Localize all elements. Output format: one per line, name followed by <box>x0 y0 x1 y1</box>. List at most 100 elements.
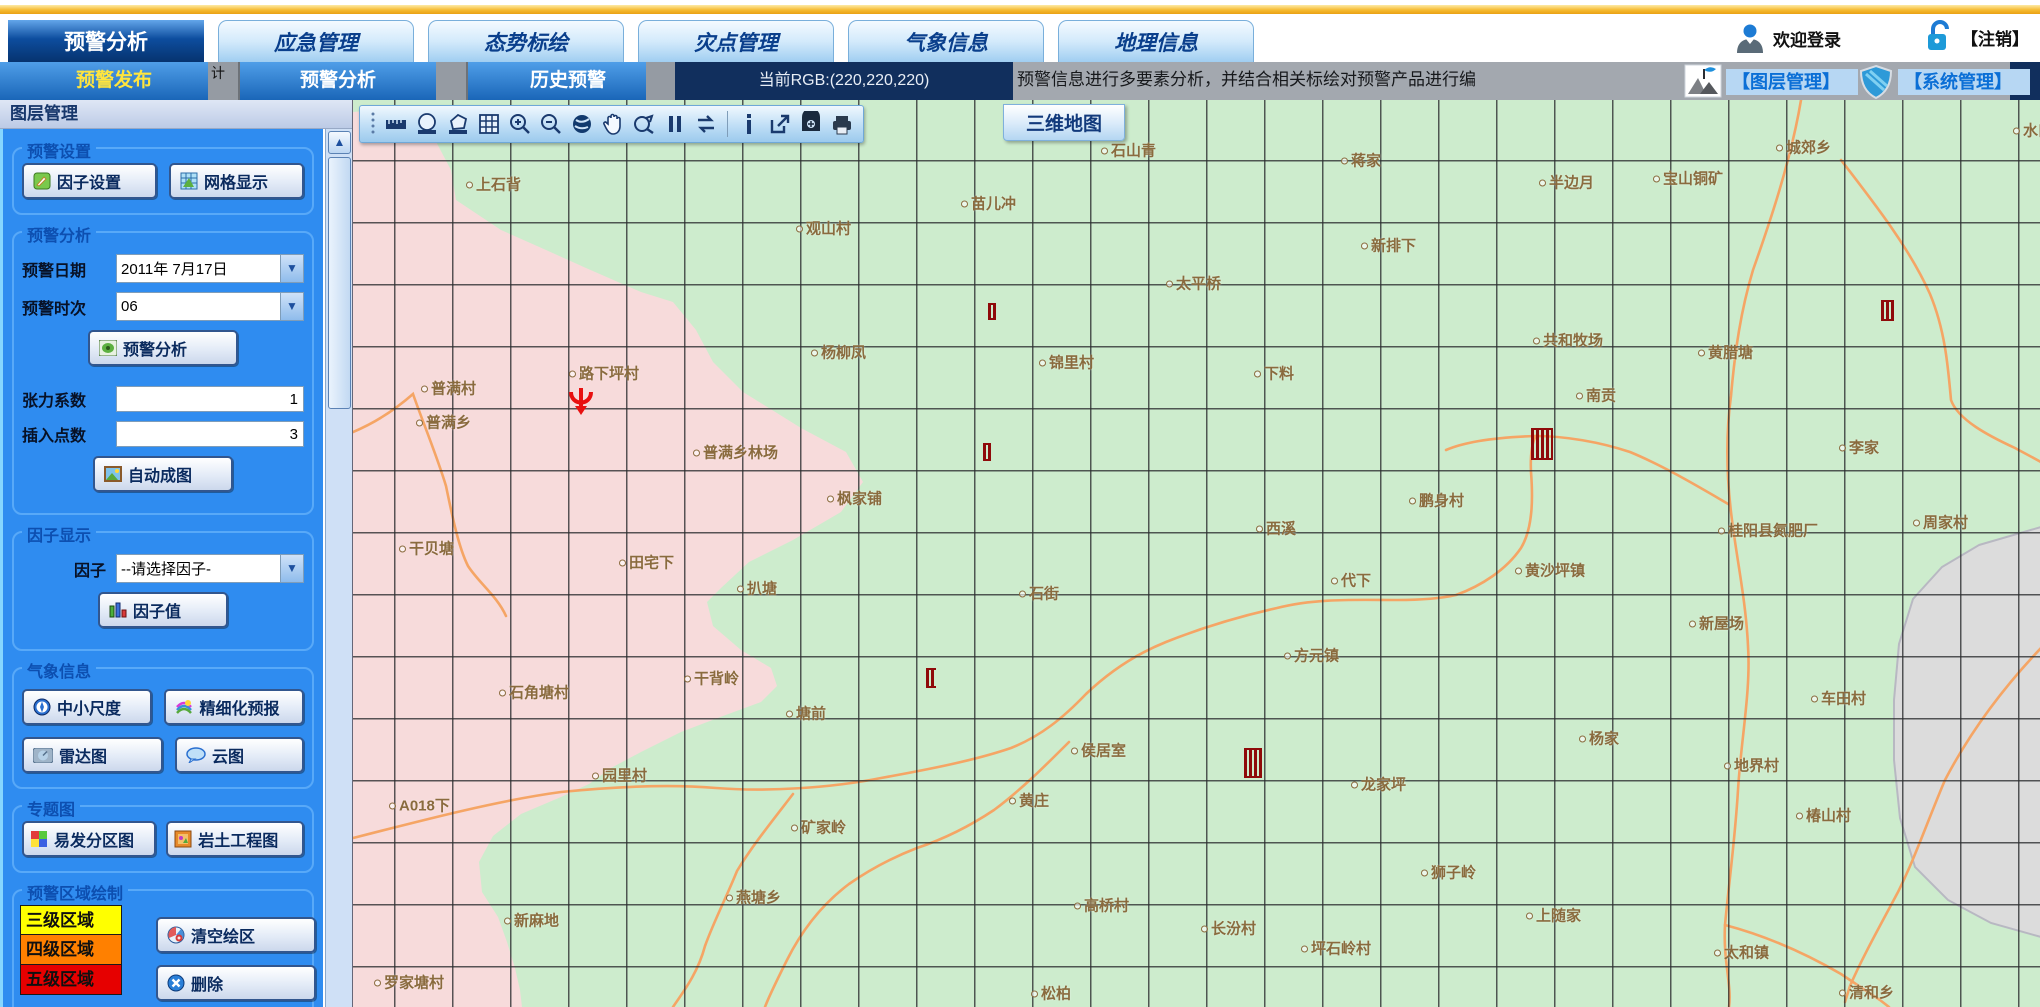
button-label: 因子设置 <box>57 169 121 193</box>
current-rgb-readout: 当前RGB:(220,220,220) <box>675 62 1013 100</box>
grip-icon[interactable] <box>369 111 377 137</box>
cloud-image-button[interactable]: 云图 <box>175 737 304 773</box>
map-place-label: 松柏 <box>1031 983 1071 1004</box>
map-place-label: 太平桥 <box>1166 273 1221 294</box>
map-place-label: 苗儿冲 <box>961 193 1016 214</box>
zoom-in-icon[interactable] <box>508 111 532 137</box>
zoom-out-icon[interactable] <box>539 111 563 137</box>
measure-area-icon[interactable] <box>446 111 470 137</box>
map-3d-button[interactable]: 三维地图 <box>1003 104 1125 141</box>
delete-button[interactable]: 删除 <box>156 965 316 1001</box>
map-place-label: 观山村 <box>796 218 851 239</box>
subtab-history-warning[interactable]: 历史预警 <box>478 62 658 100</box>
map-place-label: 共和牧场 <box>1533 330 1603 351</box>
measure-distance-icon[interactable] <box>384 111 408 137</box>
hazard-point-symbol <box>988 303 996 320</box>
chevron-down-icon[interactable]: ▼ <box>280 555 303 582</box>
map-place-label: 桂阳县氮肥厂 <box>1718 520 1818 541</box>
logout-button[interactable]: 【注销】 <box>1925 20 2029 54</box>
map-place-label: 黄腊塘 <box>1698 342 1753 363</box>
warning-date-dropdown[interactable]: 2011年 7月17日 ▼ <box>116 254 304 283</box>
map-place-label: 城郊乡 <box>1776 137 1831 158</box>
level-4-region-swatch[interactable]: 四级区域 <box>20 935 122 965</box>
hazard-point-symbol <box>1531 428 1553 460</box>
factor-value-button[interactable]: 因子值 <box>98 592 228 628</box>
button-label: 因子值 <box>133 598 181 622</box>
pan-hand-icon[interactable] <box>601 111 625 137</box>
subtab-warning-analysis[interactable]: 预警分析 <box>248 62 428 100</box>
clipped-window-fragment: 计 <box>208 62 240 100</box>
refresh-swap-icon[interactable] <box>694 111 718 137</box>
export-icon[interactable] <box>768 111 792 137</box>
fine-forecast-icon <box>175 698 193 716</box>
hazard-point-symbol <box>926 668 936 688</box>
pause-icon[interactable] <box>663 111 687 137</box>
system-manager-shield-icon[interactable] <box>1858 64 1894 100</box>
map-canvas[interactable]: 上石背观山村苗儿冲石山青蒋家城郊乡水口半边月宝山铜矿新排下太平桥杨柳凤锦里村下料… <box>352 100 2040 1007</box>
main-tab-态势标绘[interactable]: 态势标绘 <box>428 20 624 62</box>
welcome-login[interactable]: 欢迎登录 <box>1735 22 1841 54</box>
button-label: 预警分析 <box>123 336 187 360</box>
chevron-down-icon[interactable]: ▼ <box>280 255 303 282</box>
map-labels-layer: 上石背观山村苗儿冲石山青蒋家城郊乡水口半边月宝山铜矿新排下太平桥杨柳凤锦里村下料… <box>353 100 2040 1007</box>
map-place-label: 宝山铜矿 <box>1653 168 1723 189</box>
insert-points-input[interactable] <box>116 421 304 447</box>
measure-circle-icon[interactable] <box>415 111 439 137</box>
sidebar-scrollbar[interactable]: ▲ <box>325 129 352 1007</box>
map-place-label: 罗家塘村 <box>374 972 444 993</box>
scrollbar-thumb[interactable] <box>328 157 351 409</box>
group-factor-display: 因子显示 因子 --请选择因子- ▼ 因子值 <box>12 531 314 651</box>
auto-plot-button[interactable]: 自动成图 <box>93 456 233 492</box>
map-place-label: 上随家 <box>1526 905 1581 926</box>
radar-image-button[interactable]: 雷达图 <box>22 737 163 773</box>
date-label: 预警日期 <box>22 257 116 281</box>
system-manager-button[interactable]: 【系统管理】 <box>1898 69 2030 95</box>
time-label: 预警时次 <box>22 295 116 319</box>
separator-block <box>646 62 677 100</box>
previous-extent-icon[interactable] <box>632 111 656 137</box>
main-tab-应急管理[interactable]: 应急管理 <box>218 20 414 62</box>
map-place-label: 新屋场 <box>1689 613 1744 634</box>
meso-scale-button[interactable]: 中小尺度 <box>22 689 152 725</box>
layer-manager-icon[interactable] <box>1684 64 1722 98</box>
map-place-label: 杨柳凤 <box>811 342 866 363</box>
fine-forecast-button[interactable]: 精细化预报 <box>164 689 304 725</box>
zoning-map-icon <box>30 830 48 848</box>
level-5-region-swatch[interactable]: 五级区域 <box>20 965 122 995</box>
clipped-char: 计 <box>211 63 225 83</box>
map-place-label: 高桥村 <box>1074 895 1129 916</box>
save-icon[interactable] <box>799 111 823 137</box>
warning-time-dropdown[interactable]: 06 ▼ <box>116 292 304 321</box>
print-icon[interactable] <box>830 111 854 137</box>
map-place-label: 狮子岭 <box>1421 862 1476 883</box>
main-tab-气象信息[interactable]: 气象信息 <box>848 20 1044 62</box>
map-place-label: 枫家铺 <box>827 488 882 509</box>
map-place-label: 清和乡 <box>1839 982 1894 1003</box>
level-3-region-swatch[interactable]: 三级区域 <box>20 905 122 935</box>
map-place-label: 车田村 <box>1811 688 1866 709</box>
layer-manager-button[interactable]: 【图层管理】 <box>1726 69 1858 95</box>
chevron-down-icon[interactable]: ▼ <box>280 293 303 320</box>
logout-label: 【注销】 <box>1961 25 2029 50</box>
factor-settings-button[interactable]: 因子设置 <box>22 163 157 199</box>
scroll-up-arrow[interactable]: ▲ <box>328 131 351 154</box>
factor-dropdown[interactable]: --请选择因子- ▼ <box>116 554 304 583</box>
map-place-label: 坪石岭村 <box>1301 938 1371 959</box>
warning-analyze-button[interactable]: 预警分析 <box>88 330 238 366</box>
tension-coefficient-input[interactable] <box>116 386 304 412</box>
button-label: 云图 <box>212 743 244 767</box>
full-extent-globe-icon[interactable] <box>570 111 594 137</box>
tension-label: 张力系数 <box>22 387 116 411</box>
main-tab-地理信息[interactable]: 地理信息 <box>1058 20 1254 62</box>
main-tab-预警分析[interactable]: 预警分析 <box>8 20 204 62</box>
grid-display-button[interactable]: 网格显示 <box>169 163 304 199</box>
identify-info-icon[interactable] <box>737 111 761 137</box>
fishnet-grid-icon[interactable] <box>477 111 501 137</box>
button-label: 清空绘区 <box>191 923 255 947</box>
susceptibility-zoning-button[interactable]: 易发分区图 <box>22 821 156 857</box>
clear-drawn-region-button[interactable]: 清空绘区 <box>156 917 316 953</box>
geotechnical-map-button[interactable]: 岩土工程图 <box>166 821 304 857</box>
subtab-warning-publish[interactable]: 预警发布 <box>20 62 208 100</box>
main-tab-灾点管理[interactable]: 灾点管理 <box>638 20 834 62</box>
map-place-label: 石角塘村 <box>499 682 569 703</box>
